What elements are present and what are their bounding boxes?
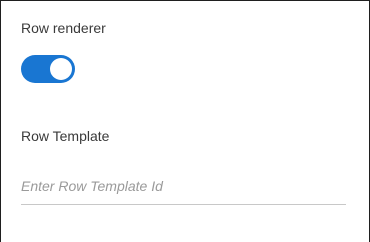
row-renderer-toggle[interactable] (21, 55, 75, 83)
row-renderer-label: Row renderer (21, 20, 106, 36)
row-template-field (21, 171, 346, 205)
row-template-input[interactable] (21, 173, 346, 199)
settings-panel: Row renderer Row Template (0, 0, 370, 242)
row-template-label: Row Template (21, 128, 110, 144)
toggle-knob (50, 58, 72, 80)
